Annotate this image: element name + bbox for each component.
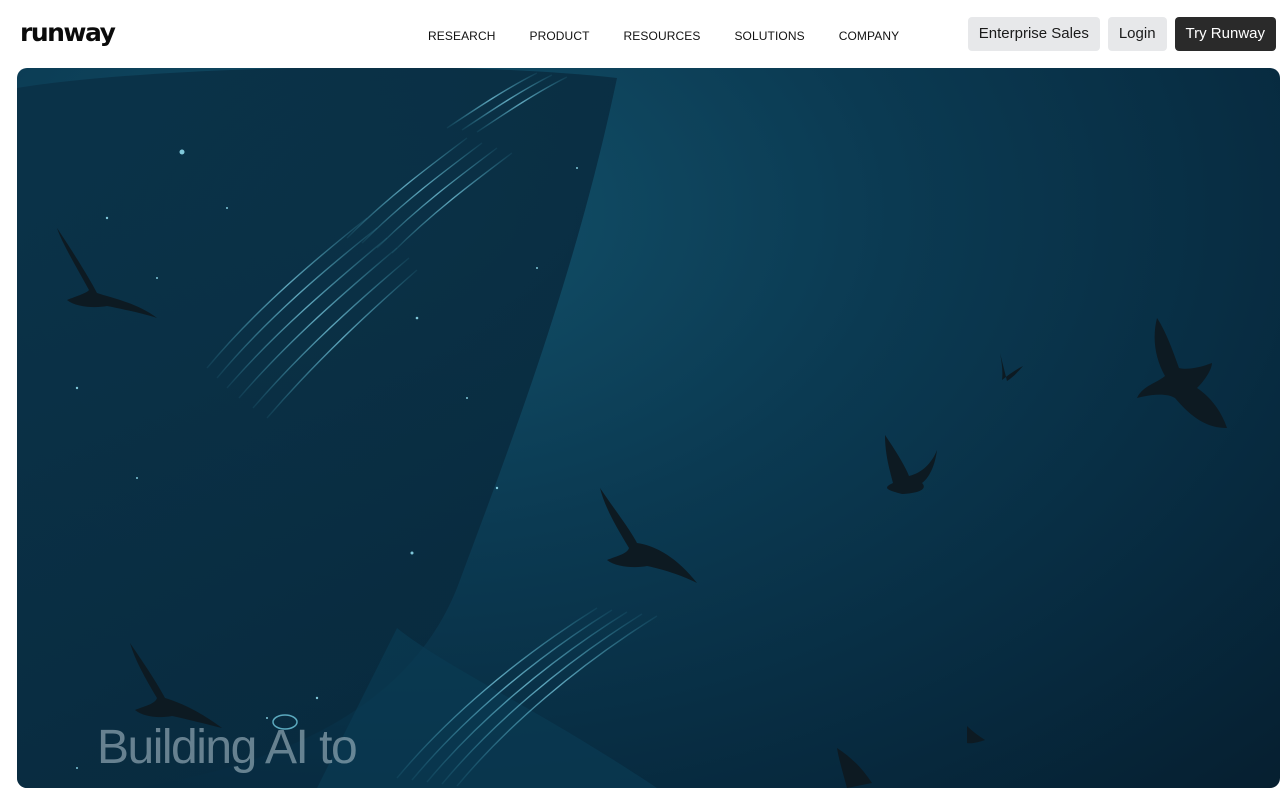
hero-headline: Building AI to <box>97 721 358 774</box>
hero-underwater-scene <box>17 68 1227 788</box>
main-nav: RESEARCH PRODUCT RESOURCES SOLUTIONS COM… <box>428 28 899 44</box>
header-actions: Enterprise Sales Login Try Runway <box>967 17 1276 51</box>
nav-solutions[interactable]: SOLUTIONS <box>734 28 804 44</box>
nav-company[interactable]: COMPANY <box>839 28 899 44</box>
whale-silhouette <box>17 68 617 788</box>
login-button[interactable]: Login <box>1107 17 1167 51</box>
bird-6 <box>1000 353 1023 381</box>
top-navigation-bar: runway RESEARCH PRODUCT RESOURCES SOLUTI… <box>0 0 1280 68</box>
nav-resources[interactable]: RESOURCES <box>624 28 701 44</box>
try-runway-button[interactable]: Try Runway <box>1174 17 1276 51</box>
bird-5 <box>1137 318 1227 428</box>
bird-7 <box>837 748 872 788</box>
bird-8 <box>967 726 985 744</box>
nav-research[interactable]: RESEARCH <box>428 28 495 44</box>
bird-2 <box>600 488 697 583</box>
bird-4 <box>885 435 937 494</box>
nav-product[interactable]: PRODUCT <box>529 28 589 44</box>
enterprise-sales-button[interactable]: Enterprise Sales <box>967 17 1100 51</box>
runway-logo[interactable]: runway <box>20 17 116 49</box>
hero-video: Building AI to <box>17 68 1280 788</box>
